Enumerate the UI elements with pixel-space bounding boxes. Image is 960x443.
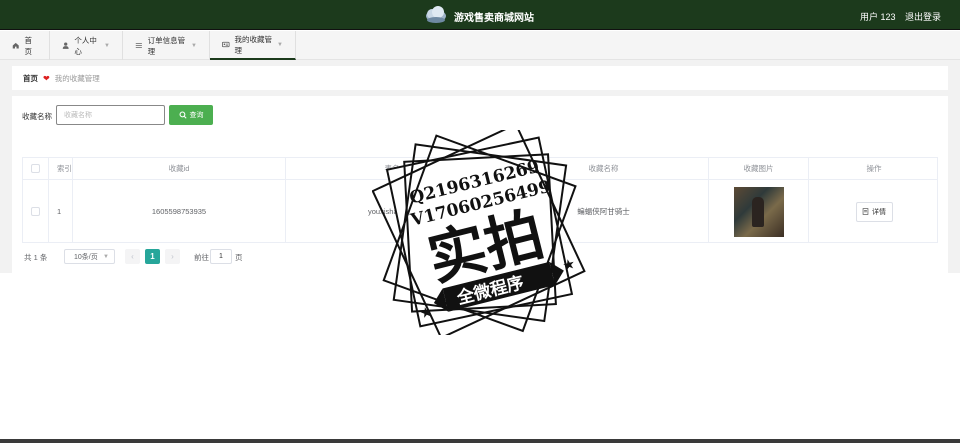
nav-personal-center-label: 个人中心 bbox=[74, 35, 97, 56]
page-1-button[interactable]: 1 bbox=[145, 249, 160, 264]
nav-favorites-management-label: 我的收藏管理 bbox=[234, 34, 273, 55]
table-header: 索引 收藏id 表名 收藏名称 收藏图片 操作 bbox=[23, 158, 937, 180]
chevron-down-icon: ▼ bbox=[103, 253, 109, 260]
prev-page-button[interactable]: ‹ bbox=[125, 249, 140, 264]
nav-order-management-label: 订单信息管理 bbox=[147, 35, 186, 56]
breadcrumb: 首页 ❤ 我的收藏管理 bbox=[12, 66, 948, 90]
favorite-image[interactable] bbox=[733, 186, 784, 237]
search-icon bbox=[179, 111, 187, 119]
top-bar: 游戏售卖商城网站 用户 123 退出登录 bbox=[0, 0, 960, 30]
search-label: 收藏名称 bbox=[22, 112, 52, 121]
row-index: 1 bbox=[49, 180, 73, 243]
id-card-icon bbox=[222, 41, 230, 48]
nav-personal-center[interactable]: 个人中心 ▼ bbox=[50, 31, 123, 60]
favorite-name-search-input[interactable] bbox=[56, 105, 165, 125]
header-favorite-image: 收藏图片 bbox=[709, 158, 809, 179]
row-favorite-image-cell bbox=[709, 180, 809, 243]
detail-button-label: 详情 bbox=[872, 208, 886, 216]
row-checkbox[interactable] bbox=[31, 207, 40, 216]
chevron-left-icon: ‹ bbox=[131, 252, 134, 261]
nav-home[interactable]: 首页 bbox=[0, 31, 50, 60]
row-favorite-id: 1605598753935 bbox=[73, 180, 286, 243]
favorites-panel: 收藏名称 查询 索引 收藏id 表名 收藏名称 收藏图片 操作 1 160559… bbox=[12, 96, 948, 273]
breadcrumb-home[interactable]: 首页 bbox=[23, 73, 38, 84]
list-icon bbox=[135, 43, 142, 48]
row-favorite-name: 蝙蝠侠阿甘骑士 bbox=[499, 180, 709, 243]
watermark-sub: 全微程序 bbox=[454, 272, 526, 309]
page-unit-label: 页 bbox=[235, 253, 243, 262]
favorites-table: 索引 收藏id 表名 收藏名称 收藏图片 操作 1 1605598753935 … bbox=[22, 157, 938, 243]
page-size-select[interactable]: 10条/页 ▼ bbox=[64, 249, 115, 264]
current-user[interactable]: 用户 123 bbox=[860, 10, 896, 23]
heart-icon: ❤ bbox=[43, 73, 50, 83]
next-page-button[interactable]: › bbox=[165, 249, 180, 264]
row-table-name: youxishangpin bbox=[286, 180, 499, 243]
chevron-down-icon: ▼ bbox=[277, 41, 283, 48]
header-actions: 操作 bbox=[866, 164, 882, 173]
star-icon: ★ bbox=[418, 303, 434, 322]
home-icon bbox=[12, 42, 19, 49]
chevron-down-icon: ▼ bbox=[104, 42, 110, 49]
main-nav: 首页 个人中心 ▼ 订单信息管理 ▼ 我的收藏管理 ▼ bbox=[0, 31, 960, 60]
cloud-logo-icon bbox=[426, 6, 446, 23]
search-button-label: 查询 bbox=[189, 112, 204, 119]
site-title: 游戏售卖商城网站 bbox=[454, 13, 534, 24]
user-icon bbox=[62, 42, 69, 49]
nav-favorites-management[interactable]: 我的收藏管理 ▼ bbox=[210, 31, 296, 60]
table-row: 1 1605598753935 youxishangpin 蝙蝠侠阿甘骑士 详情 bbox=[23, 180, 937, 243]
row-select-cell bbox=[23, 180, 49, 243]
goto-label: 前往 bbox=[194, 253, 209, 262]
pagination-total: 共 1 条 bbox=[24, 253, 48, 262]
search-button[interactable]: 查询 bbox=[169, 105, 213, 125]
chevron-down-icon: ▼ bbox=[191, 42, 197, 49]
header-favorite-id: 收藏id bbox=[73, 158, 286, 179]
select-all-checkbox[interactable] bbox=[31, 164, 40, 173]
bottom-border bbox=[0, 439, 960, 443]
page-size-value: 10条/页 bbox=[74, 253, 98, 261]
nav-order-management[interactable]: 订单信息管理 ▼ bbox=[123, 31, 210, 60]
logout-link[interactable]: 退出登录 bbox=[905, 10, 941, 23]
document-icon bbox=[862, 208, 869, 215]
header-table-name: 表名 bbox=[286, 158, 499, 179]
detail-button[interactable]: 详情 bbox=[855, 201, 893, 222]
header-index: 索引 bbox=[49, 158, 73, 179]
row-actions: 详情 bbox=[809, 180, 939, 243]
header-favorite-name: 收藏名称 bbox=[499, 158, 709, 179]
select-all-cell bbox=[23, 158, 49, 179]
goto-page-input[interactable]: 1 bbox=[210, 249, 232, 264]
chevron-right-icon: › bbox=[171, 252, 174, 261]
pagination: 共 1 条 10条/页 ▼ ‹ 1 › 前往 1 页 bbox=[24, 249, 264, 265]
breadcrumb-current: 我的收藏管理 bbox=[54, 73, 100, 83]
nav-home-label: 首页 bbox=[24, 35, 33, 56]
